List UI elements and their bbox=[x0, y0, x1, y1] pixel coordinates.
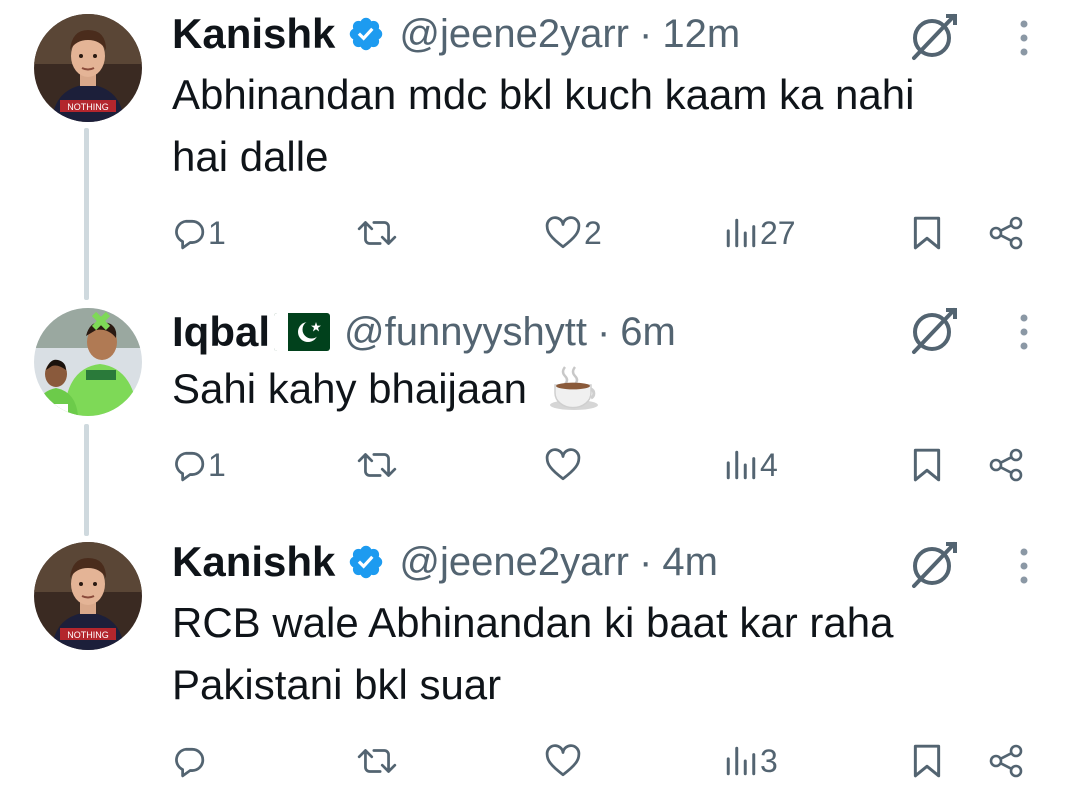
views-button[interactable]: 4 bbox=[724, 440, 778, 490]
tweet-text: Abhinandan mdc bkl kuch kaam ka nahi hai… bbox=[172, 64, 1052, 188]
tweet-text: RCB wale Abhinandan ki baat kar raha Pak… bbox=[172, 592, 1052, 716]
svg-text:NOTHING: NOTHING bbox=[67, 630, 109, 640]
reply-button[interactable]: 1 bbox=[172, 440, 226, 490]
reply-count: 1 bbox=[208, 214, 226, 251]
separator-dot: · bbox=[639, 539, 653, 584]
more-icon[interactable] bbox=[1012, 18, 1036, 62]
tweet[interactable]: Iqbal @funnyyshytt · 6m Sahi kahy bhaija… bbox=[0, 300, 1080, 530]
timestamp[interactable]: 12m bbox=[662, 12, 740, 57]
retweet-button[interactable] bbox=[356, 736, 400, 786]
share-button[interactable] bbox=[988, 440, 1024, 490]
svg-text:NOTHING: NOTHING bbox=[67, 102, 109, 112]
verified-badge-icon bbox=[347, 543, 385, 581]
reply-count: 1 bbox=[208, 446, 226, 483]
retweet-icon bbox=[357, 221, 397, 245]
tweet-header: Kanishk @jeene2yarr · 12m bbox=[172, 4, 740, 64]
retweet-button[interactable] bbox=[356, 440, 400, 490]
avatar[interactable]: NOTHING bbox=[34, 542, 142, 650]
reply-button[interactable]: 1 bbox=[172, 208, 226, 258]
views-button[interactable]: 3 bbox=[724, 736, 778, 786]
tweet[interactable]: NOTHING Kanishk @jeene2yarr · 4m RCB wal… bbox=[0, 530, 1080, 801]
views-count: 27 bbox=[760, 214, 796, 251]
share-button[interactable] bbox=[988, 208, 1024, 258]
tweet-header: Kanishk @jeene2yarr · 4m bbox=[172, 532, 718, 592]
tweet-actions: 1 2 27 bbox=[172, 208, 1052, 258]
share-icon bbox=[989, 448, 1023, 482]
tweet-text-line: hai dalle bbox=[172, 133, 329, 180]
avatar[interactable]: NOTHING bbox=[34, 14, 142, 122]
grok-icon[interactable] bbox=[906, 8, 962, 64]
user-handle[interactable]: @jeene2yarr bbox=[399, 540, 629, 585]
like-button[interactable] bbox=[544, 736, 584, 786]
separator-dot: · bbox=[639, 11, 653, 56]
tweet-text-content: Sahi kahy bhaijaan bbox=[172, 365, 527, 412]
user-handle[interactable]: @funnyyshytt bbox=[344, 310, 587, 355]
share-button[interactable] bbox=[988, 736, 1024, 786]
reply-icon bbox=[175, 451, 205, 482]
tweet-actions: 1 4 bbox=[172, 440, 1052, 490]
like-button[interactable]: 2 bbox=[544, 208, 602, 258]
like-button[interactable] bbox=[544, 440, 584, 490]
like-icon bbox=[545, 744, 581, 777]
separator-dot: · bbox=[596, 309, 611, 354]
display-name[interactable]: Iqbal bbox=[172, 308, 270, 356]
bookmark-icon bbox=[913, 216, 941, 250]
bookmark-button[interactable] bbox=[912, 736, 942, 786]
like-count: 2 bbox=[584, 214, 602, 251]
hot-beverage-emoji-icon bbox=[547, 365, 601, 411]
tweet[interactable]: NOTHING Kanishk @jeene2yarr · 12m Abhina… bbox=[0, 0, 1080, 290]
reply-button[interactable] bbox=[172, 736, 208, 786]
like-icon bbox=[545, 448, 581, 481]
share-icon bbox=[989, 744, 1023, 778]
tweet-text-line: Pakistani bkl suar bbox=[172, 661, 502, 708]
user-handle[interactable]: @jeene2yarr bbox=[399, 12, 629, 57]
views-button[interactable]: 27 bbox=[724, 208, 796, 258]
more-icon[interactable] bbox=[1012, 312, 1036, 356]
verified-badge-icon bbox=[347, 15, 385, 53]
bookmark-button[interactable] bbox=[912, 440, 942, 490]
grok-icon[interactable] bbox=[906, 302, 962, 358]
tweet-text-line: RCB wale Abhinandan ki baat kar raha bbox=[172, 599, 894, 646]
bookmark-button[interactable] bbox=[912, 208, 942, 258]
tweet-actions: 3 bbox=[172, 736, 1052, 786]
share-icon bbox=[989, 216, 1023, 250]
retweet-icon bbox=[357, 453, 397, 477]
timestamp[interactable]: 4m bbox=[662, 540, 718, 585]
views-icon bbox=[726, 746, 756, 776]
retweet-icon bbox=[357, 749, 397, 773]
reply-icon bbox=[175, 747, 205, 778]
more-icon[interactable] bbox=[1012, 546, 1036, 590]
pakistan-flag-icon bbox=[274, 313, 331, 351]
bookmark-icon bbox=[913, 448, 941, 482]
avatar[interactable] bbox=[34, 308, 142, 416]
display-name[interactable]: Kanishk bbox=[172, 10, 335, 58]
retweet-button[interactable] bbox=[356, 208, 400, 258]
tweet-text-line: Sahi kahy bhaijaan bbox=[172, 358, 1052, 420]
tweet-header: Iqbal @funnyyshytt · 6m bbox=[172, 302, 676, 362]
views-count: 3 bbox=[760, 742, 778, 779]
views-icon bbox=[726, 450, 756, 480]
display-name[interactable]: Kanishk bbox=[172, 538, 335, 586]
timestamp[interactable]: 6m bbox=[620, 310, 676, 355]
tweet-text: Sahi kahy bhaijaan bbox=[172, 358, 1052, 420]
reply-icon bbox=[175, 219, 205, 250]
grok-icon[interactable] bbox=[906, 536, 962, 592]
bookmark-icon bbox=[913, 744, 941, 778]
views-icon bbox=[726, 218, 756, 248]
like-icon bbox=[545, 216, 581, 249]
views-count: 4 bbox=[760, 446, 778, 483]
tweet-text-line: Abhinandan mdc bkl kuch kaam ka nahi bbox=[172, 71, 915, 118]
